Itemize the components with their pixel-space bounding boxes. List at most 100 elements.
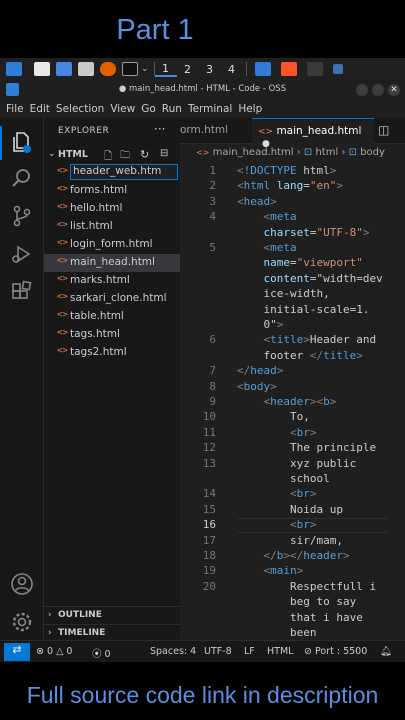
folder-header[interactable]: ⌄ HTML 🗋 🗀 ↻ ⊟ [44,146,180,164]
tab-main-head[interactable]: <> main_head.html ● [252,118,374,149]
code-line[interactable]: been [237,626,317,639]
language-status[interactable]: HTML [267,646,293,657]
code-line[interactable]: <head> [237,195,277,208]
code-line[interactable]: school [237,472,330,485]
code-line[interactable]: beg to say [237,595,356,608]
code-line[interactable]: name="viewport" [237,256,363,269]
collapse-all-icon[interactable]: ⊟ [160,148,168,159]
notifications-bell-icon[interactable]: 🔔︎ [380,646,392,657]
editor-icon[interactable] [78,62,94,76]
maximize-button[interactable] [372,84,384,96]
minimize-button[interactable] [356,84,368,96]
code-line[interactable]: xyz public [237,457,356,470]
file-item[interactable]: <> hello.html [44,200,180,218]
file-item[interactable]: <> sarkari_clone.html [44,290,180,308]
file-item[interactable]: <> login_form.html [44,236,180,254]
refresh-icon[interactable]: ↻ [140,148,149,161]
close-icon[interactable]: ✕ [388,84,400,96]
workspace-3[interactable]: 3 [199,63,221,76]
settings-gear-icon[interactable] [10,610,34,634]
code-line[interactable]: initial-scale=1. [237,303,369,316]
file-item[interactable]: <> tags.html [44,326,180,344]
chevron-down-icon[interactable]: ⌄ [141,64,149,74]
window-icon[interactable] [34,62,50,76]
menu-file[interactable]: File [6,103,24,115]
code-line[interactable]: ice-width, [237,287,329,300]
menu-help[interactable]: Help [238,103,262,115]
code-line[interactable]: <title>Header and [237,333,377,346]
code-line[interactable]: 0"> [237,318,283,331]
account-icon[interactable] [10,572,34,596]
ports-indicator[interactable]: ⦿ 0 [92,646,111,660]
brave-icon[interactable] [280,62,297,76]
code-line[interactable]: Noida up [237,503,343,516]
breadcrumb-body[interactable]: body [360,147,385,158]
file-item[interactable]: <> table.html [44,308,180,326]
explorer-files-icon[interactable] [10,130,34,154]
code-line[interactable]: <main> [237,564,304,577]
tab-forms[interactable]: orm.html [180,118,252,144]
code-line[interactable]: <meta [237,210,297,223]
file-item[interactable]: <> forms.html [44,182,180,200]
code-line[interactable]: </b></header> [237,549,350,562]
menu-go[interactable]: Go [141,103,156,115]
task-icon[interactable] [332,64,343,74]
code-line[interactable]: <!DOCTYPE html> [237,164,336,177]
menu-terminal[interactable]: Terminal [188,103,232,115]
outline-section[interactable]: › OUTLINE [44,606,180,624]
code-line[interactable]: footer </title> [237,349,362,362]
files-icon[interactable] [56,62,72,76]
html-file-icon: <> [258,127,274,137]
file-item[interactable]: <> list.html [44,218,180,236]
code-line[interactable]: Respectfull i [237,580,376,593]
code-line[interactable]: sir/mam, [237,534,343,547]
workspace-1[interactable]: 1 [154,62,177,77]
app-launcher-icon[interactable] [6,62,22,76]
code-line[interactable]: <body> [237,380,277,393]
file-item-selected[interactable]: <> main_head.html [44,254,180,272]
code-line[interactable]: that i have [237,611,363,624]
new-folder-icon[interactable]: 🗀 [120,148,130,165]
file-item[interactable]: <> marks.html [44,272,180,290]
code-line[interactable]: <html lang="en"> [237,179,343,192]
menu-edit[interactable]: Edit [30,103,50,115]
code-line[interactable]: content="width=dev [237,272,383,285]
split-editor-icon[interactable]: ◫ [378,123,389,137]
menu-run[interactable]: Run [162,103,182,115]
menu-view[interactable]: View [110,103,135,115]
terminal-icon[interactable] [122,62,138,76]
breadcrumb-file[interactable]: main_head.html [213,147,294,158]
file-name: hello.html [70,202,123,214]
code-line[interactable]: <meta [237,241,297,254]
file-item-rename[interactable]: <> header_web.htm [44,164,180,182]
remote-indicator-icon[interactable]: ⇄ [4,643,30,661]
extensions-icon[interactable] [10,280,34,304]
encoding-status[interactable]: UTF-8 [204,646,232,657]
eol-status[interactable]: LF [244,646,255,657]
code-line[interactable]: <br> [237,487,317,500]
source-control-icon[interactable] [10,204,34,228]
firefox-icon[interactable] [100,62,116,76]
indentation-status[interactable]: Spaces: 4 [150,646,196,657]
more-actions-icon[interactable]: ··· [154,122,165,136]
workspace-4[interactable]: 4 [221,63,243,76]
rename-input[interactable]: header_web.htm [70,164,178,180]
vscode-task-icon[interactable] [254,62,271,76]
code-line[interactable]: <header><b> [237,395,337,408]
code-line[interactable]: To, [237,410,310,423]
menu-selection[interactable]: Selection [56,103,104,115]
problems-indicator[interactable]: ⊗ 0 △ 0 [36,646,72,657]
search-icon[interactable] [10,166,34,190]
breadcrumb-html[interactable]: html [315,147,338,158]
file-item[interactable]: <> tags2.html [44,344,180,362]
code-line[interactable]: <br> [237,426,317,439]
code-line[interactable]: </head> [237,364,283,377]
code-line[interactable]: The principle [237,441,376,454]
live-server-status[interactable]: ⊘ Port : 5500 [304,646,367,657]
code-line[interactable]: <br> [237,518,317,531]
code-line[interactable]: charset="UTF-8"> [237,226,370,239]
minimap[interactable] [396,162,405,242]
workspace-2[interactable]: 2 [177,63,199,76]
run-debug-icon[interactable] [10,242,34,266]
task-icon[interactable] [306,62,323,76]
